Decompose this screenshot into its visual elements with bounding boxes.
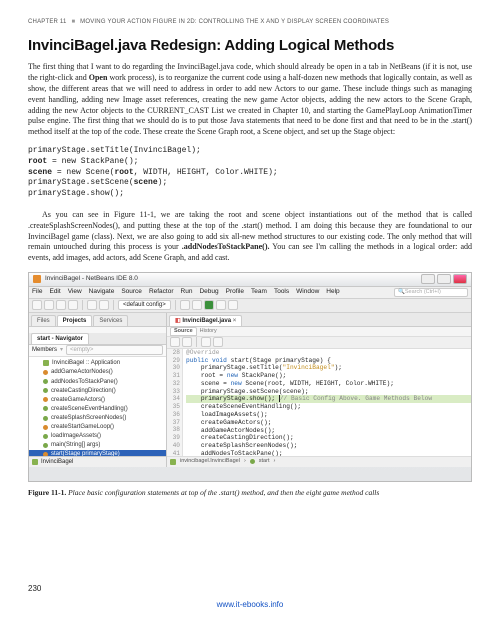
- menu-edit[interactable]: Edit: [49, 288, 60, 297]
- page-number: 230: [28, 584, 41, 595]
- nav-item[interactable]: main(String[] args): [29, 441, 166, 450]
- netbeans-icon: [33, 275, 41, 283]
- debug-icon[interactable]: [216, 300, 226, 310]
- member-icon: [43, 434, 48, 439]
- member-icon: [43, 379, 48, 384]
- nav-item[interactable]: createStartGameLoop(): [29, 423, 166, 432]
- member-breadcrumb: invincibagel.InvinciBagel › start ›: [167, 456, 471, 467]
- find-icon[interactable]: [201, 337, 211, 347]
- running-head: CHAPTER 11 ■ MOVING YOUR ACTION FIGURE I…: [28, 18, 472, 26]
- back-icon[interactable]: [170, 337, 180, 347]
- method-icon: [250, 459, 255, 464]
- member-icon: [43, 416, 48, 421]
- nav-item[interactable]: InvinciBagel :: Application: [29, 359, 166, 368]
- profile-icon[interactable]: [228, 300, 238, 310]
- menu-view[interactable]: View: [68, 288, 82, 297]
- left-tab-files[interactable]: Files: [31, 315, 56, 326]
- file-tab-invincibagel[interactable]: ◧ InvinciBagel.java ×: [169, 315, 242, 326]
- history-tab[interactable]: History: [197, 328, 220, 335]
- nav-item[interactable]: addNodesToStackPane(): [29, 377, 166, 386]
- nav-item[interactable]: addGameActorNodes(): [29, 368, 166, 377]
- bookmark-icon[interactable]: [213, 337, 223, 347]
- main-toolbar: <default config>: [29, 299, 471, 313]
- clean-build-icon[interactable]: [192, 300, 202, 310]
- editor-toolbar: [167, 337, 471, 349]
- member-icon: [43, 443, 48, 448]
- menu-window[interactable]: Window: [296, 288, 319, 297]
- open-icon[interactable]: [56, 300, 66, 310]
- nav-item[interactable]: createSceneEventHandling(): [29, 404, 166, 413]
- menu-debug[interactable]: Debug: [199, 288, 218, 297]
- new-project-icon[interactable]: [44, 300, 54, 310]
- navigator-tab[interactable]: start - Navigator: [31, 333, 89, 344]
- redo-icon[interactable]: [99, 300, 109, 310]
- navigator-list: InvinciBagel :: ApplicationaddGameActorN…: [29, 357, 166, 456]
- left-tab-projects[interactable]: Projects: [57, 315, 93, 326]
- menu-source[interactable]: Source: [121, 288, 142, 297]
- ide-screenshot: InvinciBagel - NetBeans IDE 8.0 File Edit…: [28, 272, 472, 482]
- menu-team[interactable]: Team: [251, 288, 267, 297]
- forward-icon[interactable]: [182, 337, 192, 347]
- section-heading: InvinciBagel.java Redesign: Adding Logic…: [28, 36, 472, 56]
- member-icon: [43, 388, 48, 393]
- nav-item[interactable]: loadImageAssets(): [29, 432, 166, 441]
- nav-item[interactable]: createCastingDirection(): [29, 386, 166, 395]
- build-icon[interactable]: [180, 300, 190, 310]
- members-filter[interactable]: <empty>: [66, 345, 163, 355]
- left-tab-services[interactable]: Services: [93, 315, 128, 326]
- member-icon: [43, 360, 49, 366]
- navigator-header: start - Navigator: [29, 333, 166, 345]
- menu-navigate[interactable]: Navigate: [89, 288, 115, 297]
- menu-help[interactable]: Help: [326, 288, 339, 297]
- menu-file[interactable]: File: [32, 288, 42, 297]
- type-filter-bar: InvinciBagel: [29, 456, 166, 467]
- nav-item[interactable]: createSplashScreenNodes(): [29, 413, 166, 422]
- window-titlebar: InvinciBagel - NetBeans IDE 8.0: [29, 273, 471, 287]
- code-editor[interactable]: 282930313233343536373839404142434445 @Ov…: [167, 349, 471, 456]
- close-button[interactable]: [453, 274, 467, 284]
- member-icon: [43, 406, 48, 411]
- menu-bar: File Edit View Navigate Source Refactor Run Deb…: [29, 287, 471, 299]
- menu-profile[interactable]: Profile: [226, 288, 244, 297]
- left-tabs: FilesProjectsServices: [29, 313, 166, 327]
- member-icon: [43, 370, 48, 375]
- chapter-label: CHAPTER 11: [28, 19, 67, 25]
- menu-run[interactable]: Run: [181, 288, 193, 297]
- code-block: primaryStage.setTitle(InvinciBagel); roo…: [28, 146, 472, 200]
- menu-tools[interactable]: Tools: [274, 288, 289, 297]
- member-icon: [43, 425, 48, 430]
- member-icon: [43, 397, 48, 402]
- window-title: InvinciBagel - NetBeans IDE 8.0: [45, 275, 138, 284]
- figure-caption: Figure 11-1. Place basic configuration s…: [28, 488, 472, 498]
- site-link[interactable]: www.it-ebooks.info: [0, 600, 500, 611]
- class-icon: [170, 459, 176, 465]
- file-tabs: ◧ InvinciBagel.java ×: [167, 313, 471, 327]
- menu-refactor[interactable]: Refactor: [149, 288, 174, 297]
- members-label: Members: [32, 346, 57, 354]
- new-file-icon[interactable]: [32, 300, 42, 310]
- config-dropdown[interactable]: <default config>: [118, 300, 171, 310]
- chapter-title: MOVING YOUR ACTION FIGURE IN 2D: CONTROL…: [80, 19, 389, 25]
- class-icon: [32, 459, 38, 465]
- nav-item[interactable]: createGameActors(): [29, 395, 166, 404]
- editor-pane: ◧ InvinciBagel.java × Source History 282…: [167, 313, 471, 467]
- left-pane: FilesProjectsServices start - Navigator …: [29, 313, 167, 467]
- save-icon[interactable]: [68, 300, 78, 310]
- editor-mode-tabs: Source History: [167, 327, 471, 337]
- intro-paragraph: The first thing that I want to do regard…: [28, 62, 472, 138]
- maximize-button[interactable]: [437, 274, 451, 284]
- minimize-button[interactable]: [421, 274, 435, 284]
- undo-icon[interactable]: [87, 300, 97, 310]
- search-input[interactable]: 🔍 Search (Ctrl+I): [394, 288, 468, 297]
- source-tab[interactable]: Source: [170, 327, 197, 336]
- second-paragraph: As you can see in Figure 11-1, we are ta…: [28, 210, 472, 264]
- run-icon[interactable]: [204, 300, 214, 310]
